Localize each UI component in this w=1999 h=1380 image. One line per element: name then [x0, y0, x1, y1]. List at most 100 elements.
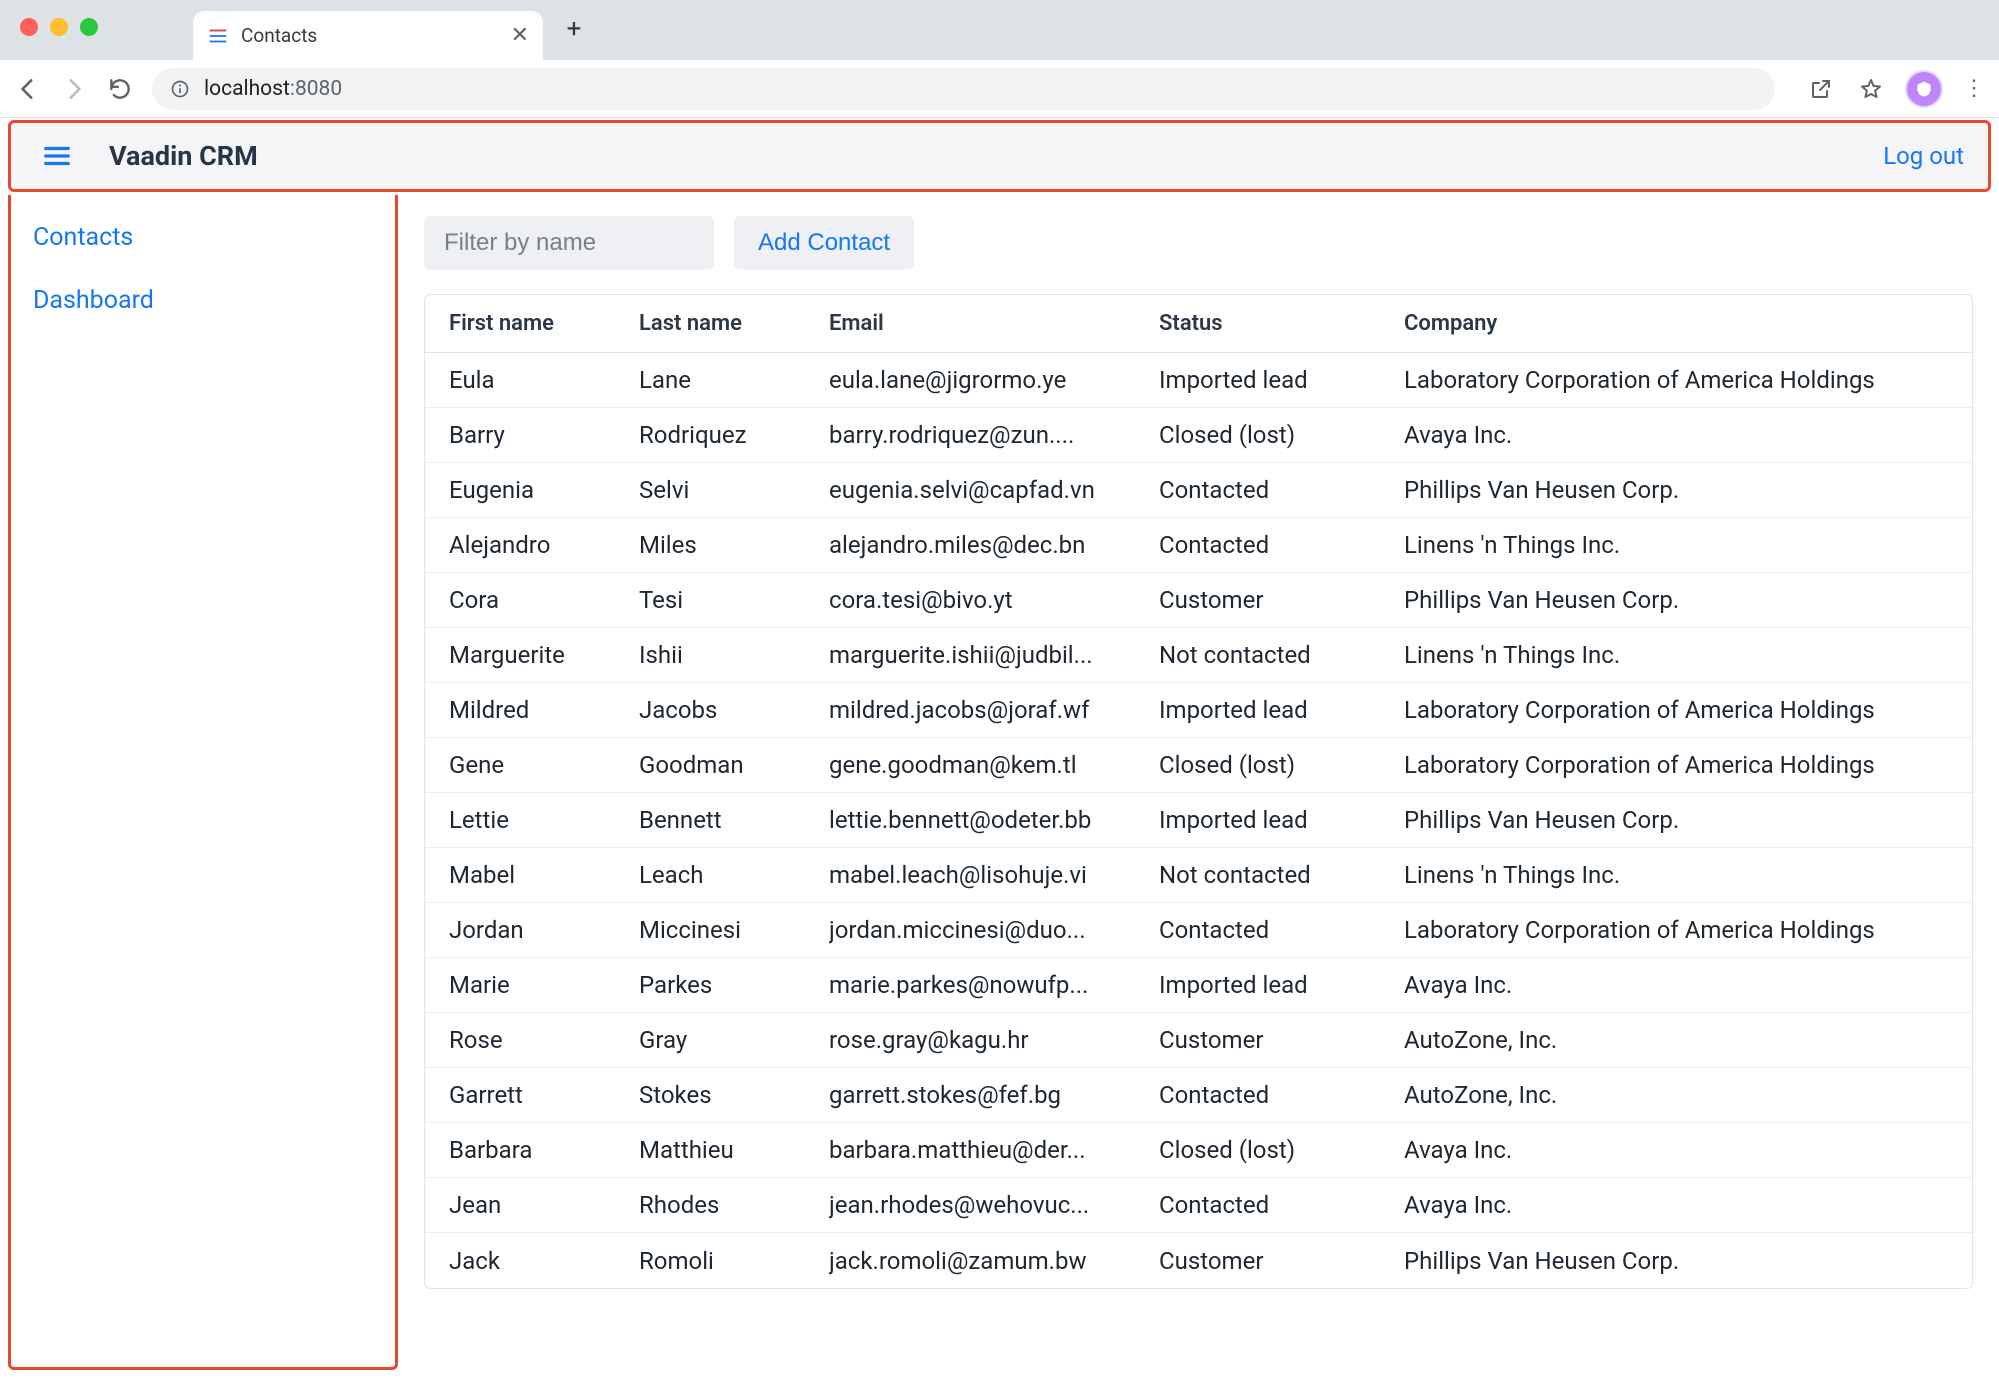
browser-menu-icon[interactable]: ⋮: [1963, 76, 1985, 101]
maximize-window-button[interactable]: [80, 18, 98, 36]
sidebar-item-dashboard[interactable]: Dashboard: [33, 286, 373, 315]
table-row[interactable]: EugeniaSelvieugenia.selvi@capfad.vnConta…: [425, 463, 1972, 518]
cell-first: Mabel: [449, 861, 639, 889]
table-row[interactable]: CoraTesicora.tesi@bivo.ytCustomerPhillip…: [425, 573, 1972, 628]
toolbar: Add Contact: [424, 216, 1973, 270]
profile-avatar[interactable]: [1907, 72, 1941, 106]
cell-company: Phillips Van Heusen Corp.: [1404, 1247, 1948, 1275]
cell-first: Marguerite: [449, 641, 639, 669]
cell-email: eugenia.selvi@capfad.vn: [829, 476, 1159, 504]
cell-status: Closed (lost): [1159, 1136, 1404, 1164]
cell-last: Jacobs: [639, 696, 829, 724]
main-content: Add Contact First name Last name Email S…: [414, 206, 1991, 1370]
browser-tab-strip: Contacts ✕ +: [0, 0, 1999, 60]
close-window-button[interactable]: [20, 18, 38, 36]
cell-first: Cora: [449, 586, 639, 614]
reload-button[interactable]: [106, 75, 134, 103]
bookmark-star-icon[interactable]: [1857, 75, 1885, 103]
cell-email: jordan.miccinesi@duo...: [829, 916, 1159, 944]
cell-status: Customer: [1159, 1026, 1404, 1054]
close-tab-icon[interactable]: ✕: [511, 23, 529, 48]
cell-first: Jean: [449, 1191, 639, 1219]
cell-first: Mildred: [449, 696, 639, 724]
minimize-window-button[interactable]: [50, 18, 68, 36]
cell-company: Phillips Van Heusen Corp.: [1404, 806, 1948, 834]
cell-status: Contacted: [1159, 1081, 1404, 1109]
cell-last: Bennett: [639, 806, 829, 834]
cell-last: Stokes: [639, 1081, 829, 1109]
table-row[interactable]: BarbaraMatthieubarbara.matthieu@der...Cl…: [425, 1123, 1972, 1178]
favicon-icon: [207, 25, 229, 47]
open-external-icon[interactable]: [1807, 75, 1835, 103]
cell-status: Contacted: [1159, 916, 1404, 944]
cell-first: Lettie: [449, 806, 639, 834]
table-row[interactable]: EulaLaneeula.lane@jigrormo.yeImported le…: [425, 353, 1972, 408]
cell-last: Parkes: [639, 971, 829, 999]
table-row[interactable]: JordanMiccinesijordan.miccinesi@duo...Co…: [425, 903, 1972, 958]
sidebar-item-contacts[interactable]: Contacts: [33, 223, 373, 252]
url-host: localhost:8080: [204, 77, 342, 101]
cell-company: Avaya Inc.: [1404, 1136, 1948, 1164]
browser-tab[interactable]: Contacts ✕: [193, 11, 543, 60]
cell-company: Linens 'n Things Inc.: [1404, 861, 1948, 889]
table-row[interactable]: MildredJacobsmildred.jacobs@joraf.wfImpo…: [425, 683, 1972, 738]
table-row[interactable]: MarieParkesmarie.parkes@nowufp...Importe…: [425, 958, 1972, 1013]
cell-status: Imported lead: [1159, 806, 1404, 834]
table-row[interactable]: LettieBennettlettie.bennett@odeter.bbImp…: [425, 793, 1972, 848]
cell-last: Rhodes: [639, 1191, 829, 1219]
forward-button[interactable]: [60, 75, 88, 103]
cell-last: Selvi: [639, 476, 829, 504]
cell-company: Linens 'n Things Inc.: [1404, 531, 1948, 559]
app-title: Vaadin CRM: [109, 140, 258, 172]
table-row[interactable]: MabelLeachmabel.leach@lisohuje.viNot con…: [425, 848, 1972, 903]
cell-email: mabel.leach@lisohuje.vi: [829, 861, 1159, 889]
cell-email: rose.gray@kagu.hr: [829, 1026, 1159, 1054]
table-row[interactable]: GarrettStokesgarrett.stokes@fef.bgContac…: [425, 1068, 1972, 1123]
cell-first: Barry: [449, 421, 639, 449]
cell-email: jean.rhodes@wehovuc...: [829, 1191, 1159, 1219]
cell-email: barry.rodriquez@zun....: [829, 421, 1159, 449]
site-info-icon[interactable]: [170, 79, 190, 99]
col-company[interactable]: Company: [1404, 311, 1948, 336]
table-row[interactable]: MargueriteIshiimarguerite.ishii@judbil..…: [425, 628, 1972, 683]
sidebar: Contacts Dashboard: [8, 195, 398, 1370]
table-row[interactable]: AlejandroMilesalejandro.miles@dec.bnCont…: [425, 518, 1972, 573]
cell-status: Contacted: [1159, 1191, 1404, 1219]
address-bar[interactable]: localhost:8080: [152, 68, 1775, 110]
cell-status: Imported lead: [1159, 971, 1404, 999]
cell-company: Laboratory Corporation of America Holdin…: [1404, 696, 1948, 724]
cell-first: Eula: [449, 366, 639, 394]
cell-status: Closed (lost): [1159, 751, 1404, 779]
cell-status: Imported lead: [1159, 696, 1404, 724]
table-row[interactable]: JackRomolijack.romoli@zamum.bwCustomerPh…: [425, 1233, 1972, 1288]
table-row[interactable]: JeanRhodesjean.rhodes@wehovuc...Contacte…: [425, 1178, 1972, 1233]
col-first-name[interactable]: First name: [449, 311, 639, 336]
col-last-name[interactable]: Last name: [639, 311, 829, 336]
browser-toolbar: localhost:8080 ⋮: [0, 60, 1999, 118]
back-button[interactable]: [14, 75, 42, 103]
tab-title: Contacts: [241, 24, 317, 47]
add-contact-button[interactable]: Add Contact: [734, 216, 914, 270]
cell-email: jack.romoli@zamum.bw: [829, 1247, 1159, 1275]
col-status[interactable]: Status: [1159, 311, 1404, 336]
logout-link[interactable]: Log out: [1883, 142, 1964, 170]
col-email[interactable]: Email: [829, 311, 1159, 336]
drawer-toggle-button[interactable]: [35, 134, 79, 178]
new-tab-button[interactable]: +: [551, 6, 597, 52]
cell-last: Miccinesi: [639, 916, 829, 944]
cell-status: Customer: [1159, 586, 1404, 614]
cell-first: Gene: [449, 751, 639, 779]
cell-email: gene.goodman@kem.tl: [829, 751, 1159, 779]
cell-company: Linens 'n Things Inc.: [1404, 641, 1948, 669]
cell-first: Eugenia: [449, 476, 639, 504]
cell-last: Tesi: [639, 586, 829, 614]
table-row[interactable]: BarryRodriquezbarry.rodriquez@zun....Clo…: [425, 408, 1972, 463]
cell-first: Marie: [449, 971, 639, 999]
cell-status: Contacted: [1159, 531, 1404, 559]
grid-header: First name Last name Email Status Compan…: [425, 295, 1972, 353]
cell-last: Gray: [639, 1026, 829, 1054]
table-row[interactable]: RoseGrayrose.gray@kagu.hrCustomerAutoZon…: [425, 1013, 1972, 1068]
table-row[interactable]: GeneGoodmangene.goodman@kem.tlClosed (lo…: [425, 738, 1972, 793]
filter-input[interactable]: [424, 216, 714, 270]
cell-last: Rodriquez: [639, 421, 829, 449]
